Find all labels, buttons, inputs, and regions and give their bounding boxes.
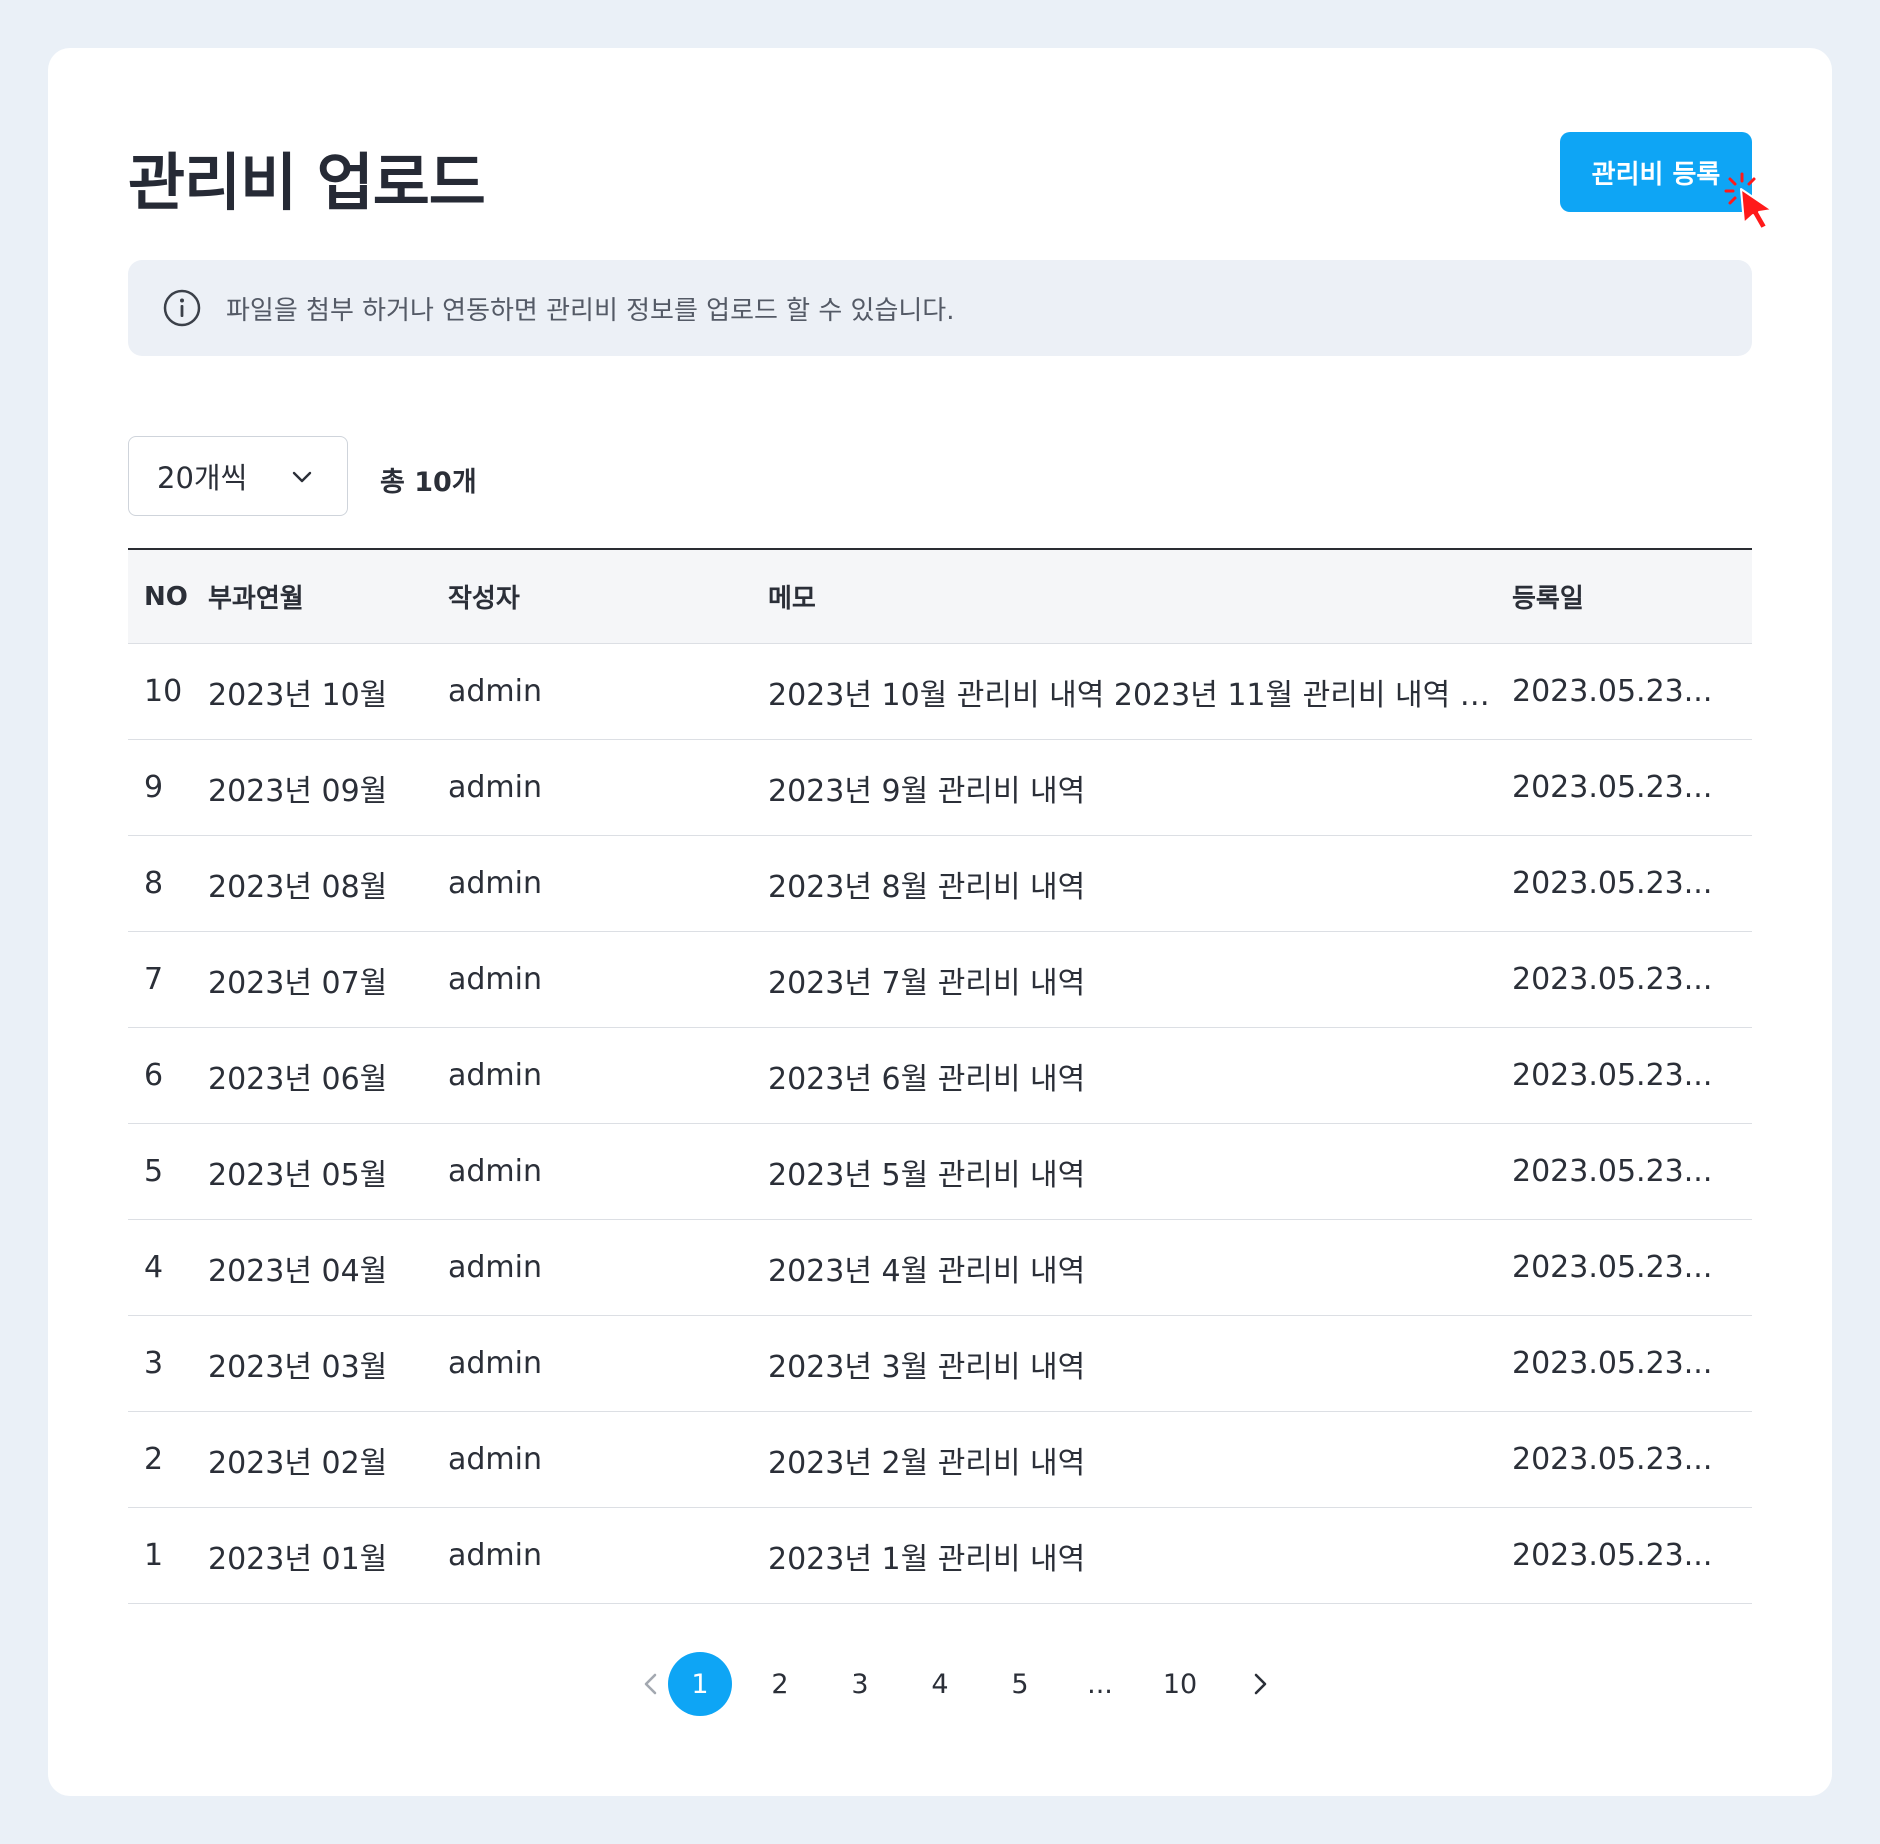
cell-author: admin — [448, 1154, 542, 1189]
cell-author: admin — [448, 1346, 542, 1381]
info-circle-icon — [163, 289, 201, 327]
cell-author: admin — [448, 962, 542, 997]
table-row[interactable]: 3 2023년 03월 admin 2023년 3월 관리비 내역 2023.0… — [128, 1316, 1752, 1412]
cell-date: 2023.05.23... — [1512, 1250, 1713, 1285]
cell-date: 2023.05.23... — [1512, 1442, 1713, 1477]
table-row[interactable]: 4 2023년 04월 admin 2023년 4월 관리비 내역 2023.0… — [128, 1220, 1752, 1316]
chevron-left-icon — [644, 1673, 657, 1695]
cell-month: 2023년 05월 — [208, 1157, 388, 1193]
next-page-button[interactable] — [1228, 1652, 1292, 1716]
cell-date: 2023.05.23... — [1512, 770, 1713, 805]
cell-author: admin — [448, 1538, 542, 1573]
cell-date: 2023.05.23... — [1512, 866, 1713, 901]
cell-month: 2023년 09월 — [208, 773, 388, 809]
cell-date: 2023.05.23... — [1512, 1058, 1713, 1093]
cell-month: 2023년 10월 — [208, 677, 388, 713]
page-3-button[interactable]: 3 — [828, 1652, 892, 1716]
page-ellipsis: ... — [1087, 1668, 1113, 1700]
cell-memo: 2023년 7월 관리비 내역 — [768, 965, 1086, 1001]
pagination: 1 2 3 4 5 ... 10 — [48, 1652, 1832, 1716]
cell-author: admin — [448, 770, 542, 805]
header-no: NO — [144, 581, 188, 612]
chevron-right-icon — [1254, 1673, 1267, 1695]
cell-date: 2023.05.23... — [1512, 962, 1713, 997]
cell-date: 2023.05.23... — [1512, 674, 1713, 709]
page-size-select[interactable]: 20개씩 — [128, 436, 348, 516]
page-10-button[interactable]: 10 — [1148, 1652, 1212, 1716]
cell-memo: 2023년 1월 관리비 내역 — [768, 1541, 1086, 1577]
cell-memo: 2023년 2월 관리비 내역 — [768, 1445, 1086, 1481]
cell-no: 7 — [144, 962, 164, 997]
header-month: 부과연월 — [208, 584, 304, 614]
click-cursor-icon — [1724, 172, 1773, 230]
cell-month: 2023년 08월 — [208, 869, 388, 905]
page-title: 관리비 업로드 — [128, 146, 486, 219]
cell-author: admin — [448, 674, 542, 709]
cell-month: 2023년 01월 — [208, 1541, 388, 1577]
cell-month: 2023년 03월 — [208, 1349, 388, 1385]
cell-no: 3 — [144, 1346, 164, 1381]
cell-memo: 2023년 4월 관리비 내역 — [768, 1253, 1086, 1289]
cell-no: 4 — [144, 1250, 164, 1285]
table-header: NO 부과연월 작성자 메모 등록일 — [128, 550, 1752, 644]
cell-memo: 2023년 5월 관리비 내역 — [768, 1157, 1086, 1193]
cell-month: 2023년 02월 — [208, 1445, 388, 1481]
cell-no: 6 — [144, 1058, 164, 1093]
cell-author: admin — [448, 1058, 542, 1093]
cell-month: 2023년 06월 — [208, 1061, 388, 1097]
info-text: 파일을 첨부 하거나 연동하면 관리비 정보를 업로드 할 수 있습니다. — [226, 295, 955, 326]
info-notice: 파일을 첨부 하거나 연동하면 관리비 정보를 업로드 할 수 있습니다. — [128, 260, 1752, 356]
cell-no: 9 — [144, 770, 164, 805]
total-count: 총 10개 — [380, 467, 477, 498]
cell-date: 2023.05.23... — [1512, 1538, 1713, 1573]
cell-memo: 2023년 8월 관리비 내역 — [768, 869, 1086, 905]
table-row[interactable]: 6 2023년 06월 admin 2023년 6월 관리비 내역 2023.0… — [128, 1028, 1752, 1124]
cell-date: 2023.05.23... — [1512, 1346, 1713, 1381]
table-row[interactable]: 10 2023년 10월 admin 2023년 10월 관리비 내역 2023… — [128, 644, 1752, 740]
cell-author: admin — [448, 1442, 542, 1477]
cell-memo: 2023년 6월 관리비 내역 — [768, 1061, 1086, 1097]
fee-table: NO 부과연월 작성자 메모 등록일 10 2023년 10월 admin 20… — [128, 548, 1752, 1604]
header-author: 작성자 — [448, 584, 520, 614]
header-date: 등록일 — [1512, 584, 1584, 614]
cell-no: 1 — [144, 1538, 164, 1573]
table-row[interactable]: 8 2023년 08월 admin 2023년 8월 관리비 내역 2023.0… — [128, 836, 1752, 932]
cell-author: admin — [448, 866, 542, 901]
chevron-down-icon — [292, 471, 312, 483]
page-2-button[interactable]: 2 — [748, 1652, 812, 1716]
cell-no: 8 — [144, 866, 164, 901]
cell-memo: 2023년 3월 관리비 내역 — [768, 1349, 1086, 1385]
table-row[interactable]: 1 2023년 01월 admin 2023년 1월 관리비 내역 2023.0… — [128, 1508, 1752, 1604]
table-row[interactable]: 9 2023년 09월 admin 2023년 9월 관리비 내역 2023.0… — [128, 740, 1752, 836]
cell-no: 2 — [144, 1442, 164, 1477]
cell-no: 5 — [144, 1154, 164, 1189]
cell-no: 10 — [144, 674, 183, 709]
cell-date: 2023.05.23... — [1512, 1154, 1713, 1189]
cell-month: 2023년 07월 — [208, 965, 388, 1001]
table-row[interactable]: 7 2023년 07월 admin 2023년 7월 관리비 내역 2023.0… — [128, 932, 1752, 1028]
cell-month: 2023년 04월 — [208, 1253, 388, 1289]
page-1-button[interactable]: 1 — [668, 1652, 732, 1716]
cell-author: admin — [448, 1250, 542, 1285]
table-row[interactable]: 2 2023년 02월 admin 2023년 2월 관리비 내역 2023.0… — [128, 1412, 1752, 1508]
cell-memo: 2023년 9월 관리비 내역 — [768, 773, 1086, 809]
page-4-button[interactable]: 4 — [908, 1652, 972, 1716]
page-5-button[interactable]: 5 — [988, 1652, 1052, 1716]
main-card: 관리비 업로드 관리비 등록 파일을 첨부 하거나 연동하면 관리비 정보를 업… — [48, 48, 1832, 1796]
cell-memo: 2023년 10월 관리비 내역 2023년 11월 관리비 내역 2... — [768, 677, 1508, 713]
page-size-value: 20개씩 — [157, 461, 248, 495]
header-memo: 메모 — [768, 584, 816, 614]
table-row[interactable]: 5 2023년 05월 admin 2023년 5월 관리비 내역 2023.0… — [128, 1124, 1752, 1220]
